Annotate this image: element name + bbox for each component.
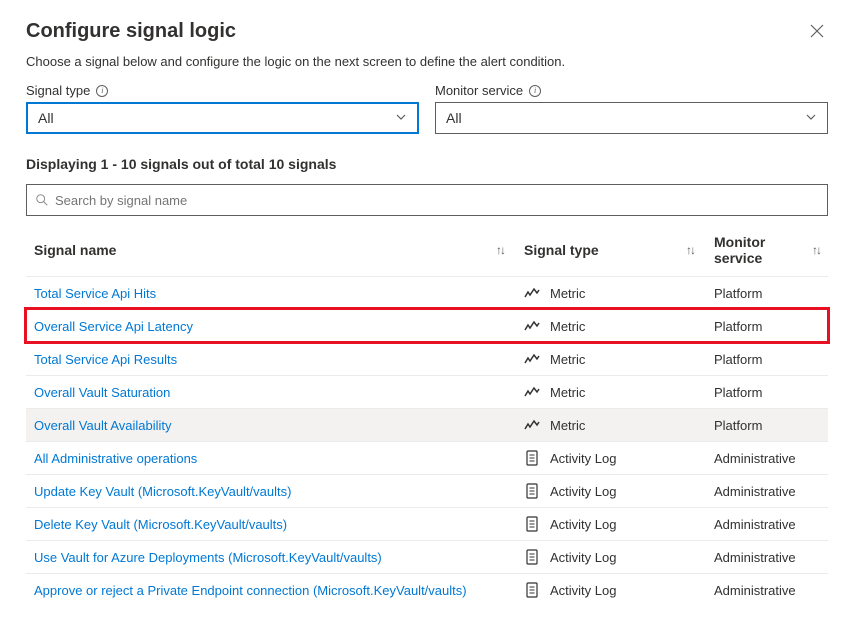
table-row[interactable]: Overall Vault Availability Metric Platform <box>26 408 828 441</box>
table-row[interactable]: All Administrative operations Activity Lo… <box>26 441 828 474</box>
monitor-service-value: Administrative <box>714 517 820 532</box>
activity-log-icon <box>524 483 540 499</box>
sort-icon: ↑↓ <box>496 243 504 257</box>
table-row[interactable]: Total Service Api Hits Metric Platform <box>26 276 828 309</box>
table-row[interactable]: Approve or reject a Private Endpoint con… <box>26 573 828 606</box>
signal-type-label: Signal type i <box>26 83 419 98</box>
search-input[interactable] <box>55 193 819 208</box>
table-row[interactable]: Delete Key Vault (Microsoft.KeyVault/vau… <box>26 507 828 540</box>
monitor-service-value: Administrative <box>714 451 820 466</box>
chevron-down-icon <box>805 111 817 126</box>
table-row[interactable]: Update Key Vault (Microsoft.KeyVault/vau… <box>26 474 828 507</box>
signal-link[interactable]: Total Service Api Results <box>34 352 177 367</box>
metric-icon <box>524 285 540 301</box>
result-count: Displaying 1 - 10 signals out of total 1… <box>26 156 828 172</box>
monitor-service-value: Administrative <box>714 583 820 598</box>
table-row[interactable]: Use Vault for Azure Deployments (Microso… <box>26 540 828 573</box>
signal-type-value: Activity Log <box>550 517 616 532</box>
activity-log-icon <box>524 549 540 565</box>
table-row[interactable]: Overall Service Api Latency Metric Platfor… <box>26 309 828 342</box>
sort-icon: ↑↓ <box>686 243 694 257</box>
metric-icon <box>524 318 540 334</box>
close-icon[interactable] <box>806 20 828 46</box>
info-icon[interactable]: i <box>96 85 108 97</box>
signal-type-select[interactable]: All <box>26 102 419 134</box>
signal-link[interactable]: Overall Vault Saturation <box>34 385 170 400</box>
signal-link[interactable]: Overall Vault Availability <box>34 418 172 433</box>
monitor-service-value: Platform <box>714 352 820 367</box>
chevron-down-icon <box>395 111 407 126</box>
signal-link[interactable]: Use Vault for Azure Deployments (Microso… <box>34 550 382 565</box>
description-text: Choose a signal below and configure the … <box>26 54 828 69</box>
search-box[interactable] <box>26 184 828 216</box>
column-header-service[interactable]: Monitor service ↑↓ <box>714 234 820 266</box>
signal-type-value: Activity Log <box>550 550 616 565</box>
signal-type-value: Activity Log <box>550 451 616 466</box>
monitor-service-value: Platform <box>714 418 820 433</box>
table-header: Signal name ↑↓ Signal type ↑↓ Monitor se… <box>26 224 828 276</box>
search-icon <box>35 193 49 207</box>
monitor-service-value: Administrative <box>714 484 820 499</box>
page-title: Configure signal logic <box>26 20 236 43</box>
monitor-service-value: Platform <box>714 319 820 334</box>
monitor-service-value: Platform <box>714 385 820 400</box>
metric-icon <box>524 384 540 400</box>
metric-icon <box>524 417 540 433</box>
monitor-service-value: Administrative <box>714 550 820 565</box>
signal-type-value: Metric <box>550 352 585 367</box>
signal-type-value: Metric <box>550 418 585 433</box>
monitor-service-select[interactable]: All <box>435 102 828 134</box>
signal-type-value: Activity Log <box>550 484 616 499</box>
signal-type-value: Activity Log <box>550 583 616 598</box>
table-row[interactable]: Overall Vault Saturation Metric Platform <box>26 375 828 408</box>
signal-type-value: Metric <box>550 385 585 400</box>
activity-log-icon <box>524 516 540 532</box>
signal-type-value: Metric <box>550 286 585 301</box>
signal-link[interactable]: Overall Service Api Latency <box>34 319 193 334</box>
table-row[interactable]: Total Service Api Results Metric Platform <box>26 342 828 375</box>
activity-log-icon <box>524 450 540 466</box>
signal-link[interactable]: Update Key Vault (Microsoft.KeyVault/vau… <box>34 484 291 499</box>
info-icon[interactable]: i <box>529 85 541 97</box>
signal-type-value: Metric <box>550 319 585 334</box>
activity-log-icon <box>524 582 540 598</box>
monitor-service-label: Monitor service i <box>435 83 828 98</box>
signal-link[interactable]: All Administrative operations <box>34 451 197 466</box>
signal-link[interactable]: Total Service Api Hits <box>34 286 156 301</box>
signal-link[interactable]: Approve or reject a Private Endpoint con… <box>34 583 467 598</box>
signal-link[interactable]: Delete Key Vault (Microsoft.KeyVault/vau… <box>34 517 287 532</box>
signals-table: Signal name ↑↓ Signal type ↑↓ Monitor se… <box>26 224 828 606</box>
column-header-name[interactable]: Signal name ↑↓ <box>34 234 524 266</box>
column-header-type[interactable]: Signal type ↑↓ <box>524 234 714 266</box>
monitor-service-value: Platform <box>714 286 820 301</box>
metric-icon <box>524 351 540 367</box>
sort-icon: ↑↓ <box>812 243 820 257</box>
